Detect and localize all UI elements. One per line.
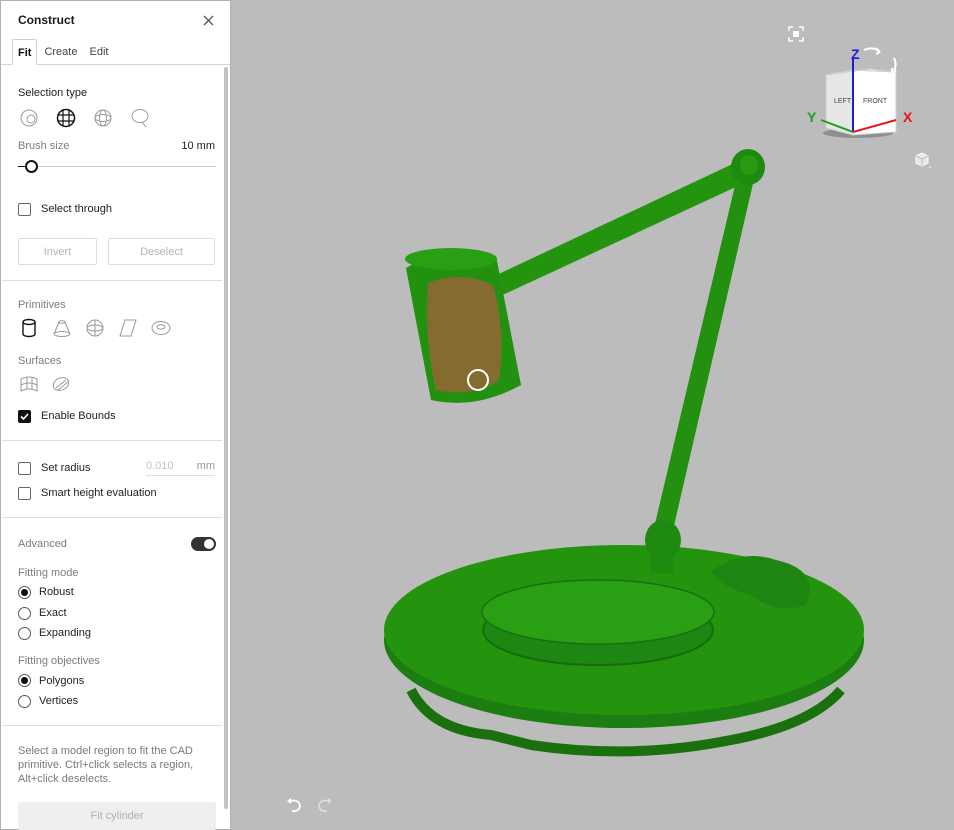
polygons-radio[interactable] xyxy=(18,674,31,687)
selected-region xyxy=(427,276,502,393)
close-icon[interactable] xyxy=(200,12,216,28)
select-through-label: Select through xyxy=(41,203,112,215)
help-text: Select a model region to fit the CAD pri… xyxy=(18,745,194,785)
lasso-select-icon[interactable] xyxy=(18,107,40,129)
torus-icon[interactable] xyxy=(150,317,172,339)
enable-bounds-label: Enable Bounds xyxy=(41,410,116,422)
selection-type-label: Selection type xyxy=(18,87,88,99)
cube-left-label: LEFT xyxy=(834,98,852,105)
extrusion-surface-icon[interactable] xyxy=(50,373,72,395)
undo-icon[interactable] xyxy=(284,795,304,815)
x-axis-label: X xyxy=(903,109,913,125)
fitting-mode-label: Fitting mode xyxy=(18,567,79,579)
primitive-tools xyxy=(18,317,172,339)
rotate-cw-icon[interactable] xyxy=(891,57,897,75)
smart-height-checkbox[interactable] xyxy=(18,487,31,500)
z-axis-label: Z xyxy=(851,46,860,62)
base-ring-top xyxy=(481,579,715,645)
lamp-head-top xyxy=(405,248,497,270)
tab-create[interactable]: Create xyxy=(39,39,82,64)
speech-lasso-icon[interactable] xyxy=(129,107,151,129)
brush-size-label: Brush size xyxy=(18,140,70,152)
sphere-select-icon[interactable] xyxy=(92,107,114,129)
radius-input[interactable]: 0.010 mm xyxy=(146,460,215,476)
polygons-label: Polygons xyxy=(39,675,85,687)
upper-arm xyxy=(486,160,751,298)
divider xyxy=(2,517,222,518)
select-through-checkbox[interactable] xyxy=(18,203,31,216)
fit-view-icon[interactable] xyxy=(786,24,806,44)
advanced-toggle[interactable] xyxy=(191,537,216,551)
expanding-label: Expanding xyxy=(39,627,91,639)
panel-scrollbar[interactable] xyxy=(224,67,228,809)
3d-viewport[interactable]: LEFT FRONT Z X Y xyxy=(231,0,954,830)
exact-radio[interactable] xyxy=(18,607,31,620)
divider xyxy=(2,280,222,281)
cone-icon[interactable] xyxy=(51,317,73,339)
top-joint-cap xyxy=(740,155,758,175)
set-radius-label: Set radius xyxy=(41,462,91,474)
cube-front-label: FRONT xyxy=(863,98,888,105)
panel-header: Construct xyxy=(1,1,230,39)
redo-icon[interactable] xyxy=(315,795,335,815)
fitting-objectives-label: Fitting objectives xyxy=(18,655,100,667)
radius-value: 0.010 xyxy=(146,460,174,472)
divider xyxy=(2,725,222,726)
view-cube[interactable]: LEFT FRONT xyxy=(806,40,926,150)
selection-tools xyxy=(18,107,215,129)
plane-icon[interactable] xyxy=(117,317,139,339)
surface-tools xyxy=(18,373,72,395)
cylinder-icon[interactable] xyxy=(18,317,40,339)
tab-edit[interactable]: Edit xyxy=(84,39,113,64)
robust-label: Robust xyxy=(39,586,74,598)
sphere-icon[interactable] xyxy=(84,317,106,339)
enable-bounds-checkbox[interactable] xyxy=(18,410,31,423)
slider-handle[interactable] xyxy=(25,160,38,173)
invert-button[interactable]: Invert xyxy=(18,238,97,265)
advanced-label: Advanced xyxy=(18,538,67,550)
panel-tabs: Fit Create Edit xyxy=(1,39,230,65)
exact-label: Exact xyxy=(39,607,67,619)
primitives-label: Primitives xyxy=(18,299,66,311)
brush-size-value: 10 mm xyxy=(181,140,215,152)
freeform-surface-icon[interactable] xyxy=(18,373,40,395)
grid-select-icon[interactable] xyxy=(55,107,77,129)
brush-size-slider[interactable] xyxy=(18,160,216,174)
tab-fit[interactable]: Fit xyxy=(12,39,38,65)
robust-radio[interactable] xyxy=(18,586,31,599)
vertices-radio[interactable] xyxy=(18,695,31,708)
fit-cylinder-button[interactable]: Fit cylinder xyxy=(18,802,216,830)
base-post xyxy=(651,545,673,573)
construct-panel: Construct Fit Create Edit Selection type… xyxy=(0,0,231,830)
vertices-label: Vertices xyxy=(39,695,79,707)
deselect-button[interactable]: Deselect xyxy=(108,238,215,265)
y-axis-label: Y xyxy=(807,109,817,125)
radius-unit: mm xyxy=(196,460,215,472)
panel-title: Construct xyxy=(18,13,75,27)
slider-track xyxy=(18,166,216,167)
projection-cube-icon[interactable] xyxy=(913,150,933,170)
smart-height-label: Smart height evaluation xyxy=(41,487,157,499)
brush-size-row: Brush size 10 mm xyxy=(18,140,215,152)
set-radius-checkbox[interactable] xyxy=(18,462,31,475)
divider xyxy=(2,440,222,441)
rotate-ccw-icon[interactable] xyxy=(863,47,881,55)
expanding-radio[interactable] xyxy=(18,627,31,640)
surfaces-label: Surfaces xyxy=(18,355,62,367)
